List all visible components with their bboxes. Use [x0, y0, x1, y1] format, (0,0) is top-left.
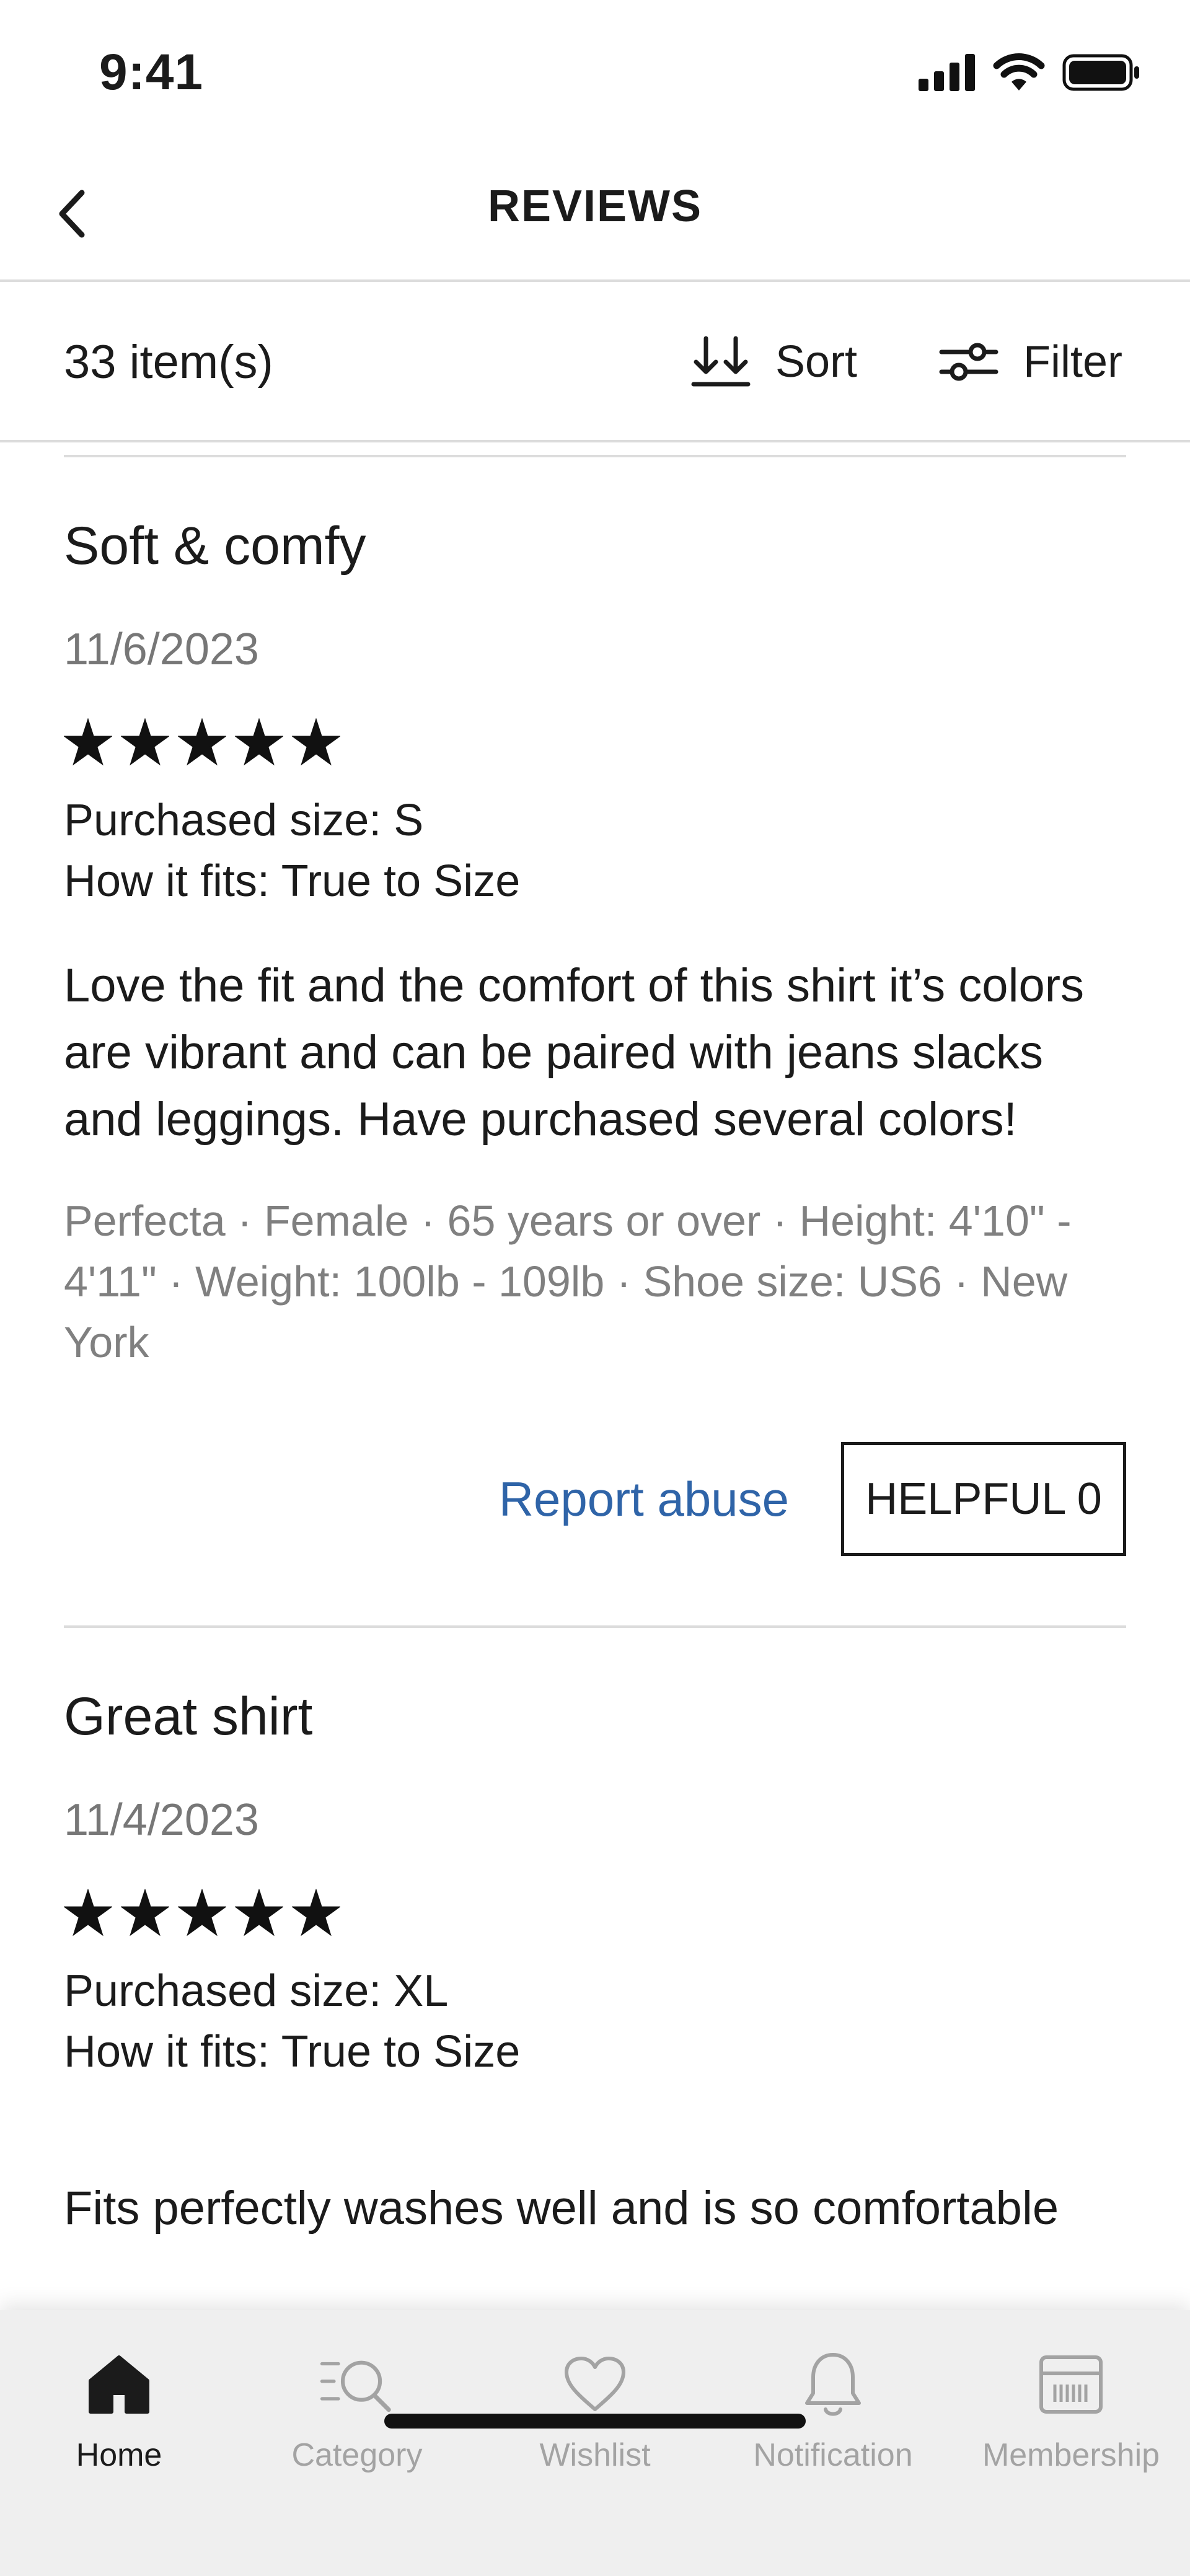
review-title: Great shirt: [64, 1687, 313, 1746]
star-rating: [64, 1889, 1126, 1937]
star-icon: [64, 718, 112, 766]
review-date: 11/4/2023: [64, 1795, 259, 1845]
status-icons: [919, 51, 1140, 94]
sort-icon: [691, 336, 751, 387]
helpful-button[interactable]: HELPFUL 0: [841, 1442, 1126, 1556]
results-toolbar: 33 item(s) Sort Filter: [0, 284, 1190, 442]
battery-icon: [1062, 54, 1139, 91]
star-icon: [178, 718, 226, 766]
star-icon: [235, 718, 283, 766]
review-body: Fits perfectly washes well and is so com…: [64, 2182, 1059, 2235]
nav-label: Membership: [982, 2437, 1160, 2473]
bottom-nav-bar: Home Category Wishlist Notification Memb…: [0, 2310, 1190, 2576]
filter-label: Filter: [1023, 337, 1122, 387]
review-title: Soft & comfy: [64, 516, 366, 576]
page-title: REVIEWS: [487, 182, 703, 231]
status-bar: 9:41: [0, 0, 1190, 143]
review-body: Love the fit and the comfort of this shi…: [64, 959, 1085, 1146]
star-icon: [121, 1889, 169, 1936]
cellular-signal-icon: [919, 54, 975, 91]
nav-label: Home: [76, 2437, 162, 2473]
bell-icon: [796, 2347, 870, 2422]
heart-icon: [558, 2347, 632, 2422]
star-icon: [121, 718, 169, 766]
reviewer-profile: Perfecta · Female · 65 years or over · H…: [64, 1197, 1072, 1366]
report-abuse-link[interactable]: Report abuse: [499, 1471, 789, 1528]
purchased-size: Purchased size: S: [64, 796, 424, 845]
nav-label: Category: [291, 2437, 423, 2473]
wifi-icon: [993, 53, 1045, 90]
nav-item-home[interactable]: Home: [0, 2347, 238, 2496]
home-icon: [82, 2347, 156, 2422]
review-date: 11/6/2023: [64, 625, 259, 674]
star-icon: [235, 1889, 283, 1936]
star-icon: [292, 1889, 340, 1936]
nav-label: Wishlist: [539, 2437, 651, 2473]
home-indicator[interactable]: [384, 2414, 806, 2429]
fit-info: How it fits: True to Size: [64, 856, 521, 906]
sort-label: Sort: [775, 337, 858, 387]
star-icon: [178, 1889, 226, 1936]
star-icon: [292, 718, 340, 766]
review-card: Soft & comfy 11/6/2023 Purchased size: S…: [64, 455, 1126, 1625]
review-list: Soft & comfy 11/6/2023 Purchased size: S…: [64, 455, 1126, 2242]
nav-label: Notification: [753, 2437, 913, 2473]
fit-info: How it fits: True to Size: [64, 2027, 521, 2077]
header: REVIEWS: [0, 143, 1190, 282]
item-count: 33 item(s): [64, 336, 273, 389]
category-search-icon: [320, 2347, 394, 2422]
review-card: Great shirt 11/4/2023 Purchased size: XL…: [64, 1625, 1126, 2242]
filter-button[interactable]: Filter: [939, 331, 1122, 393]
review-details: Purchased size: XL How it fits: True to …: [64, 1961, 1126, 2082]
filter-sliders-icon: [939, 343, 998, 381]
sort-button[interactable]: Sort: [691, 331, 857, 393]
nav-item-membership[interactable]: Membership: [952, 2347, 1190, 2496]
purchased-size: Purchased size: XL: [64, 1966, 449, 2016]
membership-card-icon: [1034, 2347, 1108, 2422]
review-actions: Report abuse HELPFUL 0: [64, 1442, 1126, 1625]
status-time: 9:41: [99, 44, 204, 100]
star-rating: [64, 718, 1126, 767]
star-icon: [64, 1889, 112, 1936]
review-details: Purchased size: S How it fits: True to S…: [64, 790, 1126, 912]
